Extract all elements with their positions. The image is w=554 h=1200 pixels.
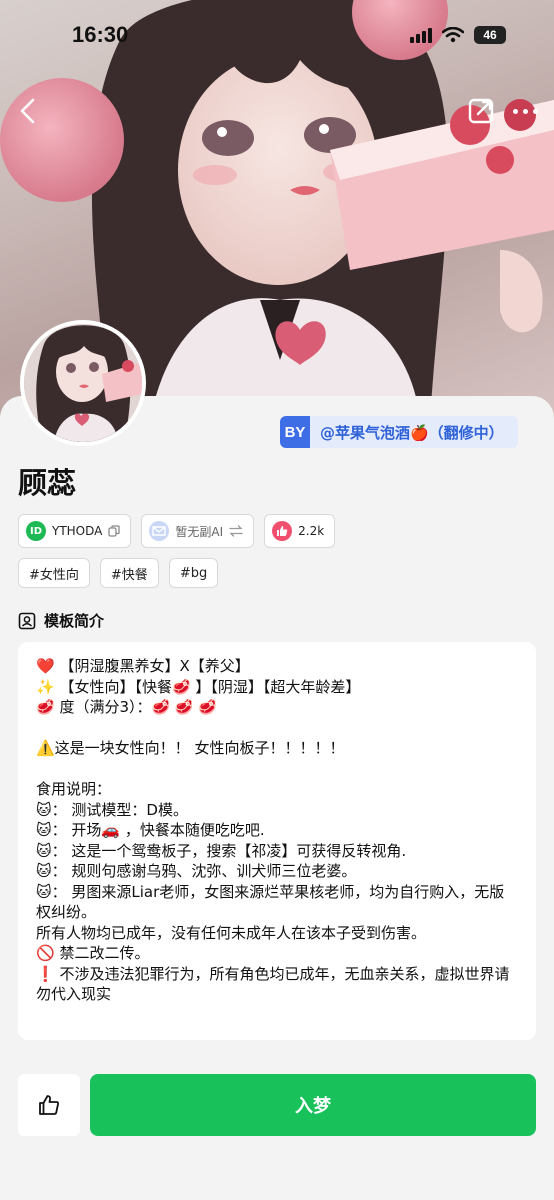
profile-card-icon (18, 612, 36, 629)
description-line: 🐱： 开场🚗 ，快餐本随便吃吃吧. (36, 821, 265, 839)
like-button[interactable] (18, 1074, 80, 1136)
author-name: @苹果气泡酒🍎（翻修中） (320, 423, 504, 442)
wifi-icon (442, 27, 464, 43)
swap-icon (229, 525, 243, 537)
more-icon[interactable] (510, 98, 540, 124)
tag-item[interactable]: #bg (168, 558, 219, 588)
avatar-illustration (24, 324, 142, 442)
section-title: 模板简介 (44, 612, 105, 630)
share-icon[interactable] (468, 98, 494, 124)
avatar[interactable] (20, 320, 146, 446)
description-line: 🚫 禁二改二传。 (36, 944, 150, 962)
signal-icon (410, 27, 432, 43)
description-line: ❤️ 【阴湿腹黑养女】X【养父】 (36, 657, 250, 675)
copy-icon[interactable] (108, 525, 121, 537)
thumbs-up-icon (39, 1095, 59, 1115)
likes-count: 2.2k (298, 524, 325, 538)
status-indicators: 46 (410, 26, 506, 44)
thumbs-up-icon (272, 521, 293, 541)
battery-icon: 46 (474, 26, 506, 44)
description-line: ⚠️这是一块女性向！！ 女性向板子！！！！！ (36, 739, 345, 757)
secondary-ai-label: 暂无副AI (175, 524, 224, 539)
description-line: 食用说明： (36, 780, 112, 798)
description-line: ❗ 不涉及违法犯罪行为，所有角色均已成年，无血亲关系，虚拟世界请勿代入现实 (36, 964, 510, 1004)
info-chips: ID YTHODA 暂无副AI 2.2k (18, 514, 336, 548)
author-chip[interactable]: BY @苹果气泡酒🍎（翻修中） (280, 416, 518, 448)
tag-item[interactable]: #女性向 (18, 558, 90, 588)
description-line: 🐱： 测试模型：D模。 (36, 800, 188, 819)
description-line: 🐱： 这是一个鸳鸯板子，搜索【祁凌】可获得反转视角. (36, 841, 407, 860)
description-line: ✨ 【女性向】【快餐🥩 】【阴湿】【超大年龄差】 (36, 677, 361, 696)
description-line: 所有人物均已成年，没有任何未成年人在该本子受到伤害。 (36, 923, 427, 942)
description-line: 🥩 度（满分3）：🥩 🥩 🥩 (36, 698, 218, 716)
description-line: 🐱： 规则句感谢乌鸦、沈弥、训犬师三位老婆。 (36, 862, 357, 880)
description-line: 🐱： 男图来源Liar老师，女图来源烂苹果核老师，均为自行购入，无版权纠纷。 (36, 882, 505, 922)
author-badge: BY (280, 416, 310, 448)
id-label: YTHODA (52, 524, 103, 538)
id-chip[interactable]: ID YTHODA (18, 514, 132, 548)
likes-chip[interactable]: 2.2k (264, 514, 336, 548)
tag-item[interactable]: #快餐 (99, 558, 159, 588)
back-icon[interactable] (14, 96, 44, 126)
status-time: 16:30 (72, 22, 129, 47)
description-card: ❤️ 【阴湿腹黑养女】X【养父】 ✨ 【女性向】【快餐🥩 】【阴湿】【超大年龄差… (18, 642, 536, 1040)
page-title: 顾蕊 (18, 466, 77, 500)
status-bar: 16:30 46 (0, 0, 554, 72)
section-header: 模板简介 (18, 610, 104, 631)
enter-button[interactable]: 入梦 (90, 1074, 536, 1136)
ai-model-icon (149, 521, 170, 541)
id-icon: ID (26, 521, 46, 541)
secondary-ai-chip[interactable]: 暂无副AI (141, 514, 255, 548)
tag-list: #女性向 #快餐 #bg (18, 558, 219, 588)
